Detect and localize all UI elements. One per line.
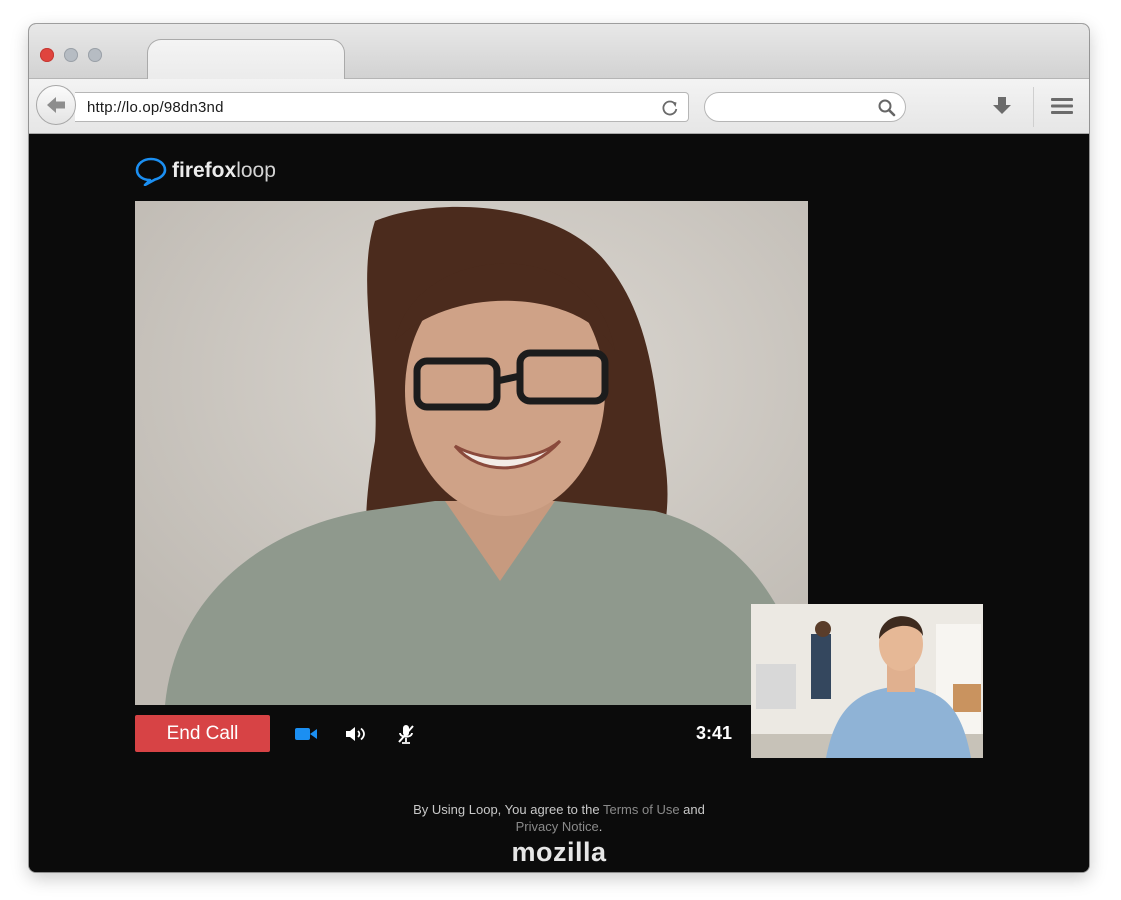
- firefox-loop-logo: firefoxloop: [135, 156, 276, 186]
- terms-of-use-link[interactable]: Terms of Use: [603, 802, 680, 817]
- remote-video: [135, 201, 808, 705]
- back-arrow-icon: [47, 97, 65, 113]
- logo-text: firefoxloop: [172, 159, 276, 183]
- end-call-button[interactable]: End Call: [135, 715, 270, 752]
- footer-period: .: [598, 819, 603, 834]
- video-camera-icon[interactable]: [294, 723, 318, 745]
- local-participant-image: [751, 604, 983, 758]
- mozilla-wordmark: mozilla: [511, 837, 607, 867]
- tab-bar: [29, 24, 1089, 80]
- browser-window: http://lo.op/98dn3nd firefoxloop End Cal…: [29, 24, 1089, 872]
- minimize-window-button[interactable]: [64, 48, 78, 62]
- hamburger-menu-icon[interactable]: [1050, 96, 1074, 116]
- navigation-toolbar: http://lo.op/98dn3nd: [29, 79, 1089, 134]
- back-button[interactable]: [36, 85, 76, 125]
- download-icon[interactable]: [991, 95, 1013, 117]
- call-timer: 3:41: [696, 723, 733, 743]
- toolbar-divider: [1033, 87, 1034, 127]
- speech-bubble-icon: [135, 157, 167, 186]
- footer-text-and: and: [679, 802, 705, 817]
- remote-participant-image: [135, 201, 808, 705]
- local-self-view: [751, 604, 983, 758]
- logo-text-light: loop: [236, 159, 276, 182]
- url-bar[interactable]: http://lo.op/98dn3nd: [75, 92, 689, 122]
- reload-icon[interactable]: [660, 98, 680, 118]
- maximize-window-button[interactable]: [88, 48, 102, 62]
- search-bar[interactable]: [704, 92, 906, 122]
- legal-footer: By Using Loop, You agree to the Terms of…: [29, 801, 1089, 835]
- privacy-notice-link[interactable]: Privacy Notice: [516, 819, 599, 834]
- loop-page: firefoxloop End Call 3:41 By Using Loop,…: [29, 134, 1089, 872]
- search-icon[interactable]: [877, 98, 897, 118]
- call-controls: End Call 3:41: [135, 715, 745, 753]
- footer-text: By Using Loop, You agree to the: [413, 802, 603, 817]
- speaker-icon[interactable]: [344, 723, 368, 745]
- logo-text-bold: firefox: [172, 159, 237, 182]
- close-window-button[interactable]: [40, 48, 54, 62]
- url-text[interactable]: http://lo.op/98dn3nd: [87, 99, 224, 116]
- active-tab[interactable]: [147, 39, 345, 80]
- muted-microphone-icon[interactable]: [394, 723, 418, 745]
